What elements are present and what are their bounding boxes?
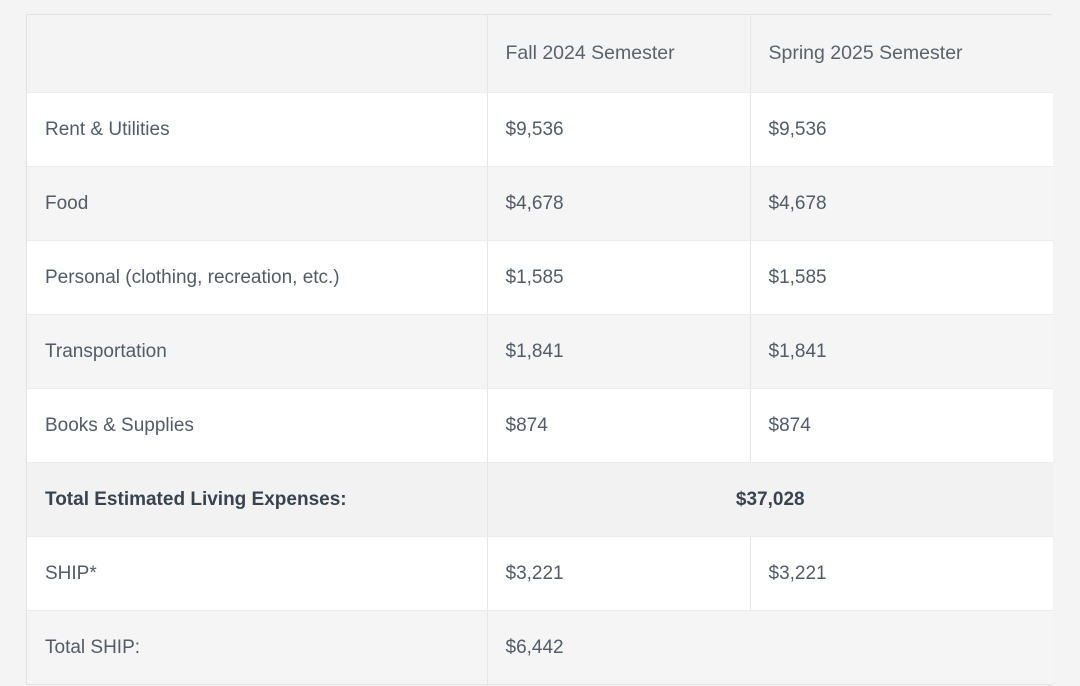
table-row: Total Estimated Living Expenses: $37,028 — [27, 462, 1053, 537]
table-row: Transportation $1,841 $1,841 — [27, 314, 1053, 389]
row-label: Rent & Utilities — [27, 92, 487, 167]
column-header-category — [27, 15, 487, 93]
row-label: Personal (clothing, recreation, etc.) — [27, 240, 487, 315]
row-value-fall-2024: $1,585 — [486, 240, 750, 315]
column-header-spring-2025: Spring 2025 Semester — [749, 15, 1053, 93]
row-value-fall-2024: $4,678 — [486, 166, 750, 241]
table-body: Rent & Utilities $9,536 $9,536 Food $4,678 $4… — [27, 92, 1053, 684]
table-row: SHIP* $3,221 $3,221 — [27, 536, 1053, 611]
row-merged-value: $37,028 — [486, 462, 1053, 537]
row-label: Books & Supplies — [27, 388, 487, 463]
row-value-fall-2024: $874 — [486, 388, 750, 463]
row-value-fall-2024: $3,221 — [486, 536, 750, 611]
cost-of-attendance-table-container: Fall 2024 Semester Spring 2025 Semester … — [26, 14, 1053, 685]
row-label: Total Estimated Living Expenses: — [27, 462, 487, 537]
row-label: SHIP* — [27, 536, 487, 611]
row-value-spring-2025: $1,841 — [749, 314, 1053, 389]
row-label: Food — [27, 166, 487, 241]
table-header: Fall 2024 Semester Spring 2025 Semester — [27, 15, 1053, 93]
table-row: Food $4,678 $4,678 — [27, 166, 1053, 241]
row-label: Total SHIP: — [45, 636, 141, 658]
row-value-spring-2025: $9,536 — [749, 92, 1053, 167]
table-row: Total SHIP: $6,442 — [27, 610, 1053, 684]
table-row: Personal (clothing, recreation, etc.) $1,… — [27, 240, 1053, 315]
table-row: Books & Supplies $874 $874 — [27, 388, 1053, 463]
row-value-fall-2024: $1,841 — [486, 314, 750, 389]
row-value-spring-2025: $3,221 — [749, 536, 1053, 611]
cost-of-attendance-table: Fall 2024 Semester Spring 2025 Semester … — [27, 15, 1053, 684]
column-header-fall-2024: Fall 2024 Semester — [486, 15, 750, 93]
table-row: Rent & Utilities $9,536 $9,536 — [27, 92, 1053, 167]
row-value-spring-2025: $874 — [749, 388, 1053, 463]
row-value-fall-2024: $9,536 — [486, 92, 750, 167]
row-value-spring-2025: $1,585 — [749, 240, 1053, 315]
row-merged-value: $6,442 — [486, 610, 1053, 684]
row-label: Transportation — [27, 314, 487, 389]
table-header-row: Fall 2024 Semester Spring 2025 Semester — [27, 15, 1053, 93]
row-value-spring-2025: $4,678 — [749, 166, 1053, 241]
